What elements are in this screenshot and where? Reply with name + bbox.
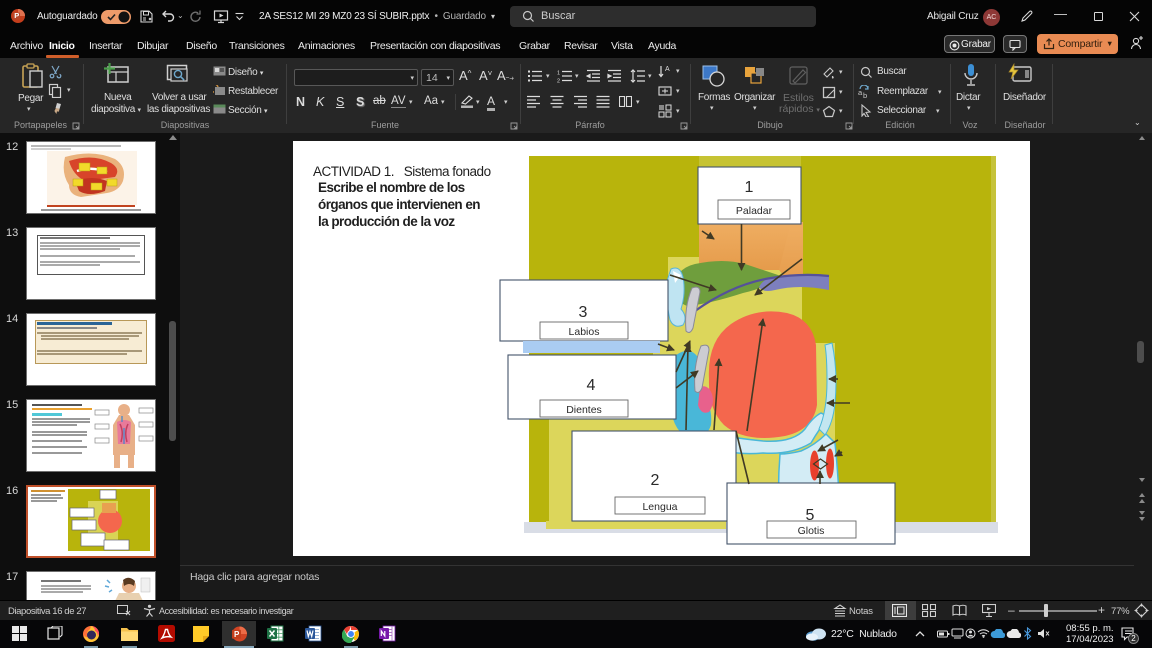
svg-text:1: 1 (557, 71, 560, 77)
svg-text:Lengua: Lengua (642, 501, 677, 513)
svg-text:P: P (14, 11, 19, 20)
svg-text:5: 5 (806, 507, 815, 524)
svg-text:P: P (234, 630, 240, 639)
svg-text:la producción de la voz: la producción de la voz (318, 214, 455, 229)
svg-text:órganos que intervienen en: órganos que intervienen en (318, 197, 480, 212)
svg-text:Paladar: Paladar (736, 205, 773, 217)
svg-text:1: 1 (745, 179, 754, 196)
svg-text:ACTIVIDAD 1. Sistema fonado: ACTIVIDAD 1. Sistema fonado (313, 164, 491, 179)
svg-text:2: 2 (651, 472, 660, 489)
svg-text:3: 3 (579, 304, 588, 321)
svg-text:b: b (863, 91, 867, 99)
svg-text:4: 4 (587, 377, 596, 394)
svg-text:Escribe el nombre de los: Escribe el nombre de los (318, 180, 465, 195)
svg-text:Glotis: Glotis (798, 525, 825, 537)
svg-text:2: 2 (557, 79, 560, 84)
svg-text:Labios: Labios (569, 326, 600, 338)
svg-text:A: A (665, 66, 670, 73)
svg-text:Dientes: Dientes (566, 404, 602, 416)
